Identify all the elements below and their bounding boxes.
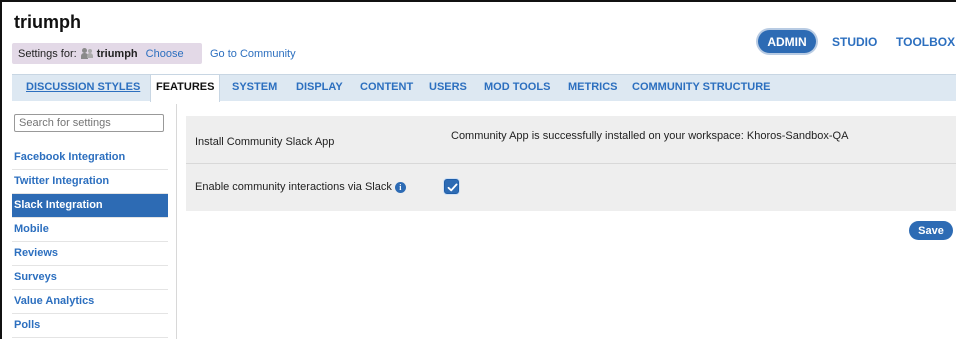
save-button[interactable]: Save	[909, 221, 953, 240]
tab-mod-tools[interactable]: MOD TOOLS	[484, 75, 550, 101]
info-icon[interactable]: i	[394, 182, 406, 193]
tab-features[interactable]: FEATURES	[150, 74, 221, 102]
settings-search-input[interactable]	[14, 114, 164, 132]
sidebar-item-reviews[interactable]: Reviews	[12, 242, 168, 266]
studio-nav-link[interactable]: STUDIO	[832, 35, 877, 49]
tab-system[interactable]: SYSTEM	[232, 75, 277, 101]
sidebar-item-surveys[interactable]: Surveys	[12, 266, 168, 290]
sidebar-item-value-analytics[interactable]: Value Analytics	[12, 290, 168, 314]
settings-for-label: Settings for:	[18, 47, 77, 60]
enable-interactions-checkbox[interactable]	[444, 179, 459, 194]
row-divider	[186, 163, 956, 164]
slack-settings-panel: Install Community Slack App Community Ap…	[186, 116, 956, 211]
settings-tabbar: DISCUSSION STYLES FEATURES SYSTEM DISPLA…	[12, 74, 956, 102]
sidebar-item-twitter-integration[interactable]: Twitter Integration	[12, 170, 168, 194]
choose-community-link[interactable]: Choose	[146, 48, 184, 60]
enable-interactions-label: Enable community interactions via Slack	[195, 181, 392, 193]
sidebar-item-polls[interactable]: Polls	[12, 314, 168, 338]
community-name: triumph	[96, 47, 138, 60]
tab-display[interactable]: DISPLAY	[296, 75, 343, 101]
toolbox-nav-link[interactable]: TOOLBOX	[896, 35, 955, 49]
tab-users[interactable]: USERS	[429, 75, 467, 101]
install-status-text: Community App is successfully installed …	[451, 130, 849, 142]
brand-title: triumph	[14, 12, 81, 32]
go-to-community-link[interactable]: Go to Community	[210, 48, 296, 60]
users-icon	[80, 48, 94, 59]
community-selector: Settings for: triumph Choose	[12, 43, 202, 64]
tab-metrics[interactable]: METRICS	[568, 75, 618, 101]
admin-nav-button[interactable]: ADMIN	[758, 30, 816, 53]
enable-interactions-row: Enable community interactions via Slack i	[195, 181, 406, 193]
settings-sidebar: Facebook Integration Twitter Integration…	[12, 146, 168, 338]
tab-content[interactable]: CONTENT	[360, 75, 413, 101]
tab-community-structure[interactable]: COMMUNITY STRUCTURE	[632, 75, 771, 101]
sidebar-item-mobile[interactable]: Mobile	[12, 218, 168, 242]
sidebar-item-facebook-integration[interactable]: Facebook Integration	[12, 146, 168, 170]
sidebar-divider	[176, 104, 177, 339]
install-app-label: Install Community Slack App	[195, 136, 335, 148]
tab-discussion-styles[interactable]: DISCUSSION STYLES	[26, 75, 140, 101]
sidebar-item-slack-integration[interactable]: Slack Integration	[12, 194, 168, 218]
checkmark-icon	[447, 183, 458, 192]
